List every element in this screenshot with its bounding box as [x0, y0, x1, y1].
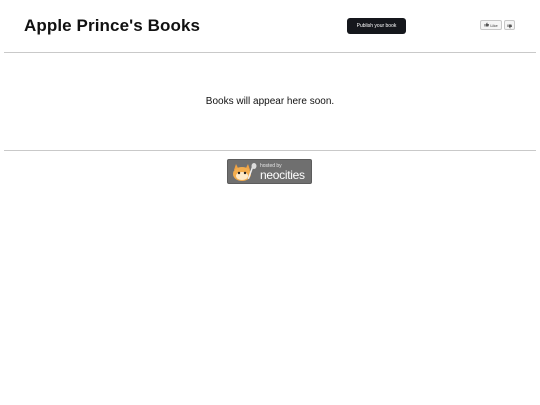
page-title: Apple Prince's Books — [24, 16, 201, 35]
empty-state-message: Books will appear here soon. — [205, 96, 335, 107]
site-header: Apple Prince's Books Publish your book L… — [0, 0, 540, 52]
publish-book-button[interactable]: Publish your book — [347, 18, 406, 34]
neocities-badge-link[interactable]: hosted by neocities — [227, 159, 312, 184]
thumbs-up-icon — [484, 22, 490, 28]
like-button[interactable]: Like — [480, 20, 502, 30]
header-divider — [4, 52, 536, 53]
like-label: Like — [490, 22, 498, 28]
footer-divider — [4, 150, 536, 151]
like-widget: Like — [480, 20, 515, 30]
dislike-button[interactable] — [504, 20, 515, 30]
neocities-cat-icon — [230, 161, 258, 183]
thumbs-down-icon — [507, 16, 512, 34]
badge-brand: neocities — [260, 168, 305, 182]
